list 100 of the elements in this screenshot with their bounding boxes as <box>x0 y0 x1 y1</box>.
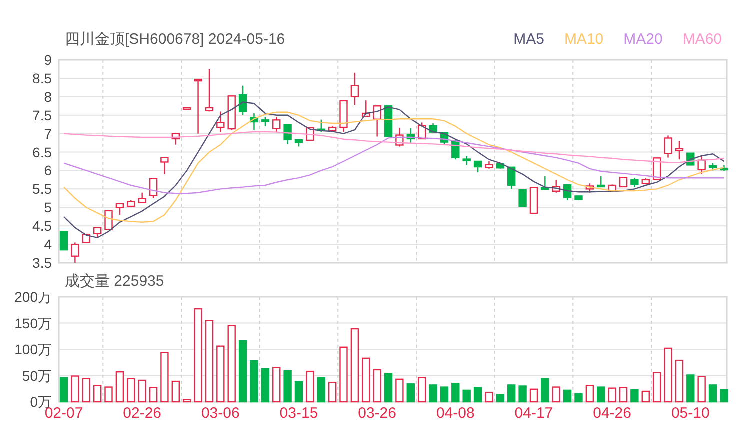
y-tick-label: 8.5 <box>32 70 52 86</box>
chart-title: 四川金顶[SH600678] 2024-05-16 <box>65 30 286 50</box>
candlestick <box>698 156 706 174</box>
x-tick-label: 03-26 <box>358 405 396 422</box>
candlestick <box>418 122 426 140</box>
y-tick-label: 5 <box>44 200 52 216</box>
candlestick <box>205 69 214 112</box>
volume-bar <box>261 368 270 403</box>
candlestick <box>194 78 202 134</box>
candlestick <box>708 163 718 171</box>
volume-bar <box>60 377 68 403</box>
candlestick <box>373 106 382 137</box>
x-tick-label: 05-10 <box>671 405 710 422</box>
volume-bar <box>396 378 404 403</box>
candlestick <box>350 72 360 106</box>
legend-item: MA5 <box>514 30 544 50</box>
volume-bar <box>149 387 158 403</box>
candlestick <box>183 107 192 110</box>
volume-bar <box>630 389 639 403</box>
volume-bar <box>485 392 494 403</box>
legend-item: MA60 <box>682 30 722 50</box>
volume-bar <box>238 340 248 403</box>
y-tick-label: 6 <box>44 162 52 179</box>
volume-bar <box>362 358 370 403</box>
y-tick-label: 4.5 <box>32 218 52 234</box>
candlestick <box>720 165 728 172</box>
volume-bar <box>708 384 718 403</box>
volume-bar <box>82 378 90 403</box>
candlestick <box>294 140 304 147</box>
volume-bar <box>216 346 225 403</box>
candlestick <box>552 180 560 193</box>
volume-bar <box>530 388 538 403</box>
legend-item: MA10 <box>564 30 604 50</box>
x-tick-label: 03-06 <box>201 405 240 422</box>
volume-bar <box>93 385 102 403</box>
volume-bar <box>642 390 650 403</box>
volume-bar <box>183 399 192 403</box>
legend-item: MA20 <box>624 30 663 50</box>
candlestick <box>93 227 102 238</box>
y-tick-label: 4 <box>44 236 52 253</box>
volume-bar <box>698 376 706 403</box>
candlestick <box>675 141 684 160</box>
y-tick-label: 50万 <box>22 368 52 384</box>
volume-bar <box>138 380 146 403</box>
volume-bar <box>619 387 628 403</box>
volume-bar <box>373 369 382 403</box>
candlestick <box>652 158 662 180</box>
volume-bar <box>608 388 616 403</box>
candlestick <box>216 112 225 132</box>
candlestick <box>60 231 68 251</box>
candlestick <box>362 100 370 118</box>
candlestick <box>563 184 572 200</box>
volume-bar <box>541 378 550 403</box>
candlestick <box>608 184 616 192</box>
volume-bar <box>172 380 180 403</box>
candlestick <box>396 128 404 147</box>
candlestick <box>485 162 494 169</box>
candlestick <box>597 176 606 188</box>
candlestick <box>508 166 516 190</box>
volume-bar <box>686 374 695 403</box>
candlestick <box>474 160 482 173</box>
volume-bar <box>384 373 393 403</box>
volume-bar <box>508 384 516 403</box>
volume-bar <box>160 352 169 403</box>
candlestick <box>619 177 628 188</box>
candlestick <box>71 242 80 263</box>
volume-bar <box>652 372 662 403</box>
volume-bar <box>496 394 505 403</box>
candlestick <box>160 157 169 174</box>
volume-bar <box>250 360 258 403</box>
volume-bar <box>127 378 136 403</box>
candlestick <box>138 192 146 204</box>
volume-bar <box>418 377 426 403</box>
volume-bar <box>328 382 337 403</box>
volume-bar <box>563 390 572 403</box>
candlestick <box>328 126 337 132</box>
volume-bar <box>317 377 326 403</box>
volume-bar <box>552 386 560 403</box>
volume-bar <box>104 386 113 403</box>
volume-bar <box>452 383 460 403</box>
candlestick <box>272 117 281 132</box>
volume-bar <box>440 386 449 403</box>
volume-bar <box>474 387 482 403</box>
y-tick-label: 9 <box>44 52 52 68</box>
candlestick <box>250 114 258 130</box>
candlestick <box>82 234 90 244</box>
volume-bar <box>462 390 471 403</box>
candlestick <box>630 178 639 188</box>
y-tick-label: 7 <box>44 126 52 142</box>
candlestick <box>664 136 672 158</box>
candlestick <box>642 178 650 184</box>
y-tick-label: 5.5 <box>32 181 52 198</box>
candlestick <box>541 176 550 190</box>
candlestick <box>406 128 415 144</box>
volume-bar <box>586 385 594 403</box>
volume-bar <box>284 370 292 403</box>
volume-bar <box>406 384 415 403</box>
x-tick-label: 04-08 <box>436 405 475 422</box>
volume-bar <box>518 386 527 403</box>
volume-bar <box>294 381 304 403</box>
